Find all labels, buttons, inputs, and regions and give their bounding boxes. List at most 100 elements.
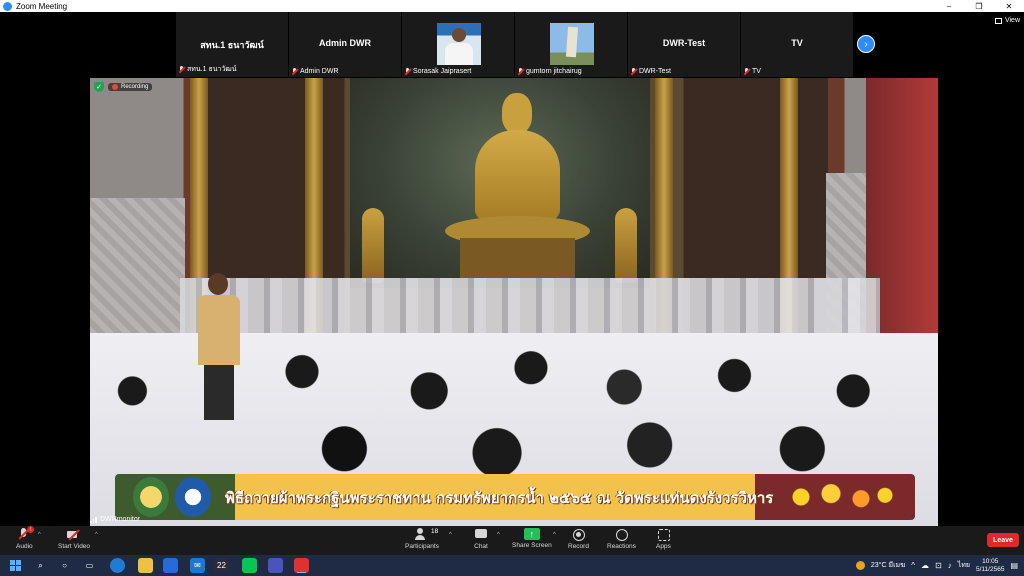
mail-icon[interactable]: ✉ xyxy=(190,558,205,573)
zoom-app-icon xyxy=(3,1,12,11)
cloud-icon[interactable]: ☁ xyxy=(921,561,929,570)
record-icon xyxy=(571,528,586,541)
mic-muted-icon xyxy=(517,68,524,75)
weather-sun-icon[interactable] xyxy=(855,561,865,570)
apps-icon xyxy=(656,528,671,541)
main-speaker-video: ✓ Recording พิธีถวายผ้าพระกฐินพระราชทาน … xyxy=(90,78,938,526)
speaker-name: DWRmonitor xyxy=(100,516,141,523)
window-title: Zoom Meeting xyxy=(16,1,68,11)
search-icon[interactable]: ⌕ xyxy=(33,558,48,573)
system-tray: 23°C มีเมฆ ^ ☁ ⊡ ♪ ไทย 10:05 5/11/2565 ▤ xyxy=(855,555,1018,576)
volume-icon[interactable]: ♪ xyxy=(948,561,952,570)
record-label: Record xyxy=(568,543,589,550)
view-button[interactable]: View xyxy=(994,17,1020,24)
participant-tile[interactable]: TV TV xyxy=(741,12,853,77)
start-video-button[interactable]: Start Video xyxy=(58,528,90,550)
person-head xyxy=(208,273,228,295)
apps-button[interactable]: Apps xyxy=(656,528,671,550)
participants-options-caret[interactable]: ^ xyxy=(449,532,452,538)
share-options-caret[interactable]: ^ xyxy=(553,532,556,538)
dwr-logo xyxy=(175,477,211,517)
recording-pill[interactable]: Recording xyxy=(108,83,153,91)
video-options-caret[interactable]: ^ xyxy=(95,532,98,538)
statue-pedestal xyxy=(460,238,575,278)
chevron-right-icon: › xyxy=(864,38,868,50)
windows-start-button[interactable] xyxy=(8,558,23,573)
participant-label-text: TV xyxy=(752,68,761,75)
network-icon[interactable]: ⊡ xyxy=(935,561,942,570)
share-screen-button[interactable]: ↑ Share Screen xyxy=(512,528,552,549)
banner-text: พิธีถวายผ้าพระกฐินพระราชทาน กรมทรัพยากรน… xyxy=(225,489,774,507)
reactions-label: Reactions xyxy=(607,543,636,550)
participant-tile[interactable]: DWR-Test DWR-Test xyxy=(628,12,740,77)
line-icon[interactable] xyxy=(242,558,257,573)
participant-tile[interactable]: gumtorn jitchairug xyxy=(515,12,627,77)
encryption-shield-icon[interactable]: ✓ xyxy=(94,82,104,92)
file-explorer-icon[interactable] xyxy=(138,558,153,573)
clock-date: 5/11/2565 xyxy=(976,565,1005,573)
window-controls: – ❐ ✕ xyxy=(934,0,1024,12)
active-speaker-label: DWRmonitor xyxy=(90,516,140,523)
calendar-app-icon[interactable]: 22 xyxy=(214,558,229,573)
language-indicator[interactable]: ไทย xyxy=(958,560,970,571)
mic-muted-icon xyxy=(291,68,298,75)
mic-muted-icon xyxy=(178,66,185,73)
disciple-statue xyxy=(362,208,384,283)
participant-display-name: สทน.1 ธนาวัฒน์ xyxy=(200,40,264,50)
participant-video-thumbnail xyxy=(437,23,481,65)
participant-name-label: DWR-Test xyxy=(630,68,671,75)
system-clock[interactable]: 10:05 5/11/2565 xyxy=(976,558,1004,574)
participant-label-text: สทน.1 ธนาวัฒน์ xyxy=(187,66,237,73)
chevron-up-icon[interactable]: ^ xyxy=(911,561,915,570)
close-button[interactable]: ✕ xyxy=(994,0,1024,12)
store-icon[interactable] xyxy=(163,558,178,573)
chat-options-caret[interactable]: ^ xyxy=(497,532,500,538)
next-page-button[interactable]: › xyxy=(857,35,875,53)
participants-icon: 18 xyxy=(414,528,438,541)
reactions-smiley-icon xyxy=(614,528,629,541)
audio-warning-badge: ! xyxy=(27,526,35,533)
participant-tile[interactable]: Admin DWR Admin DWR xyxy=(289,12,401,77)
meeting-toolbar: ! Audio ^ Start Video ^ 18 Participants … xyxy=(0,526,1024,555)
participant-label-text: Sorasak Jaiprasert xyxy=(413,68,472,75)
video-camera-off-icon xyxy=(67,528,81,541)
chat-button[interactable]: Chat xyxy=(474,528,488,550)
cortana-icon[interactable]: ○ xyxy=(57,558,72,573)
participant-display-name: Admin DWR xyxy=(319,38,371,48)
audio-label: Audio xyxy=(16,543,33,550)
mic-muted-icon xyxy=(630,68,637,75)
participants-button[interactable]: 18 Participants xyxy=(405,528,439,550)
active-app-underline xyxy=(297,571,306,573)
chat-icon xyxy=(474,528,488,541)
audio-options-caret[interactable]: ^ xyxy=(38,532,41,538)
maximize-button[interactable]: ❐ xyxy=(964,0,994,12)
leave-button[interactable]: Leave xyxy=(987,533,1019,547)
windows-taskbar: ⌕ ○ ▭ ✉ 22 23°C มีเมฆ ^ ☁ ⊡ ♪ ไทย 10:05 … xyxy=(0,555,1024,576)
participants-count: 18 xyxy=(430,528,439,535)
ceremony-banner: พิธีถวายผ้าพระกฐินพระราชทาน กรมทรัพยากรน… xyxy=(115,474,915,520)
weather-text[interactable]: 23°C มีเมฆ xyxy=(871,560,905,571)
participants-label: Participants xyxy=(405,543,439,550)
view-label: View xyxy=(1004,17,1020,24)
minimize-button[interactable]: – xyxy=(934,0,964,12)
participant-label-text: gumtorn jitchairug xyxy=(526,68,582,75)
mic-muted-icon xyxy=(743,68,750,75)
participant-name-label: Admin DWR xyxy=(291,68,339,75)
screen-recorder-icon[interactable] xyxy=(294,558,309,573)
participant-name-label: Sorasak Jaiprasert xyxy=(404,68,471,75)
notification-icon[interactable]: ▤ xyxy=(1010,561,1018,570)
participant-tile[interactable]: Sorasak Jaiprasert xyxy=(402,12,514,77)
disciple-statue xyxy=(615,208,637,283)
signal-strength-icon xyxy=(90,516,98,523)
record-button[interactable]: Record xyxy=(568,528,589,550)
task-view-icon[interactable]: ▭ xyxy=(82,558,97,573)
teams-icon[interactable] xyxy=(268,558,283,573)
record-dot-icon xyxy=(112,84,118,90)
participant-tile[interactable]: สทน.1 ธนาวัฒน์ สทน.1 ธนาวัฒน์ xyxy=(176,12,288,77)
audio-button[interactable]: ! Audio xyxy=(16,526,35,550)
participant-name-label: TV xyxy=(743,68,761,75)
reactions-button[interactable]: Reactions xyxy=(607,528,636,550)
edge-icon[interactable] xyxy=(110,558,125,573)
view-grid-icon xyxy=(994,17,1002,24)
windows-logo-icon xyxy=(10,560,21,571)
